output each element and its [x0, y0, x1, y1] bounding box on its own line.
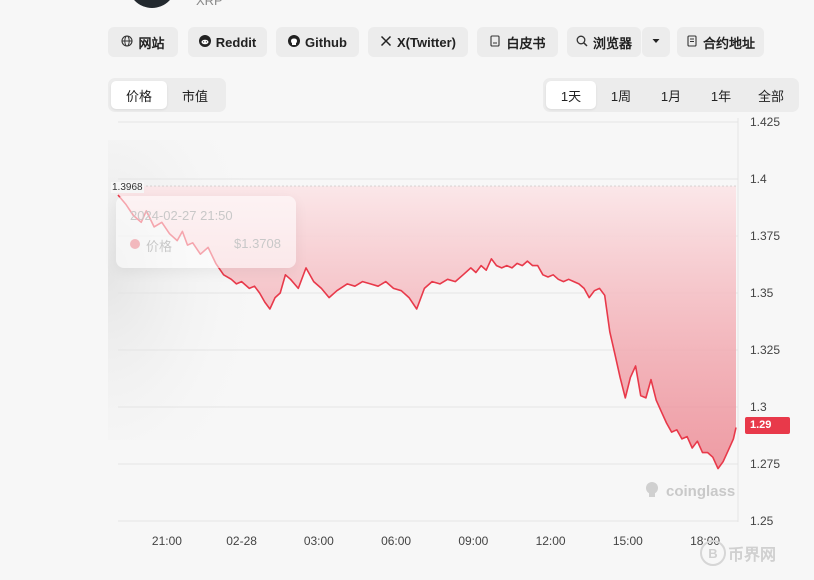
- bijie-watermark: B 币界网: [700, 540, 776, 566]
- y-tick-label: 1.425: [750, 115, 780, 129]
- tooltip-value: $1.3708: [234, 236, 281, 251]
- bijie-text: 币界网: [728, 547, 777, 564]
- x-tick-label: 21:00: [152, 534, 182, 548]
- bijie-logo-icon: B: [700, 540, 726, 566]
- x-tick-label: 06:00: [381, 534, 411, 548]
- x-tick-label: 09:00: [458, 534, 488, 548]
- y-tick-label: 1.4: [750, 172, 767, 186]
- coinglass-text: coinglass: [666, 482, 736, 500]
- tooltip-label: 价格: [146, 239, 173, 254]
- x-tick-label: 02-28: [226, 534, 257, 548]
- y-tick-label: 1.325: [750, 343, 780, 357]
- y-tick-label: 1.3: [750, 400, 767, 414]
- x-tick-label: 15:00: [613, 534, 643, 548]
- x-tick-label: 03:00: [304, 534, 334, 548]
- coinglass-watermark: coinglass: [642, 479, 735, 503]
- y-tick-label: 1.275: [750, 457, 780, 471]
- y-tick-label: 1.35: [750, 286, 774, 300]
- tooltip-time: 2024-02-27 21:50: [130, 208, 233, 223]
- reference-price-label: 1.3968: [111, 182, 144, 193]
- x-tick-label: 12:00: [536, 534, 566, 548]
- y-tick-label: 1.25: [750, 514, 774, 528]
- coinglass-logo-icon: [642, 479, 662, 503]
- y-tick-label: 1.375: [750, 229, 780, 243]
- current-price-tag: 1.29: [745, 417, 790, 434]
- chart-tooltip: 2024-02-27 21:50 价格 $1.3708: [116, 196, 296, 268]
- tooltip-series-dot: [130, 239, 140, 249]
